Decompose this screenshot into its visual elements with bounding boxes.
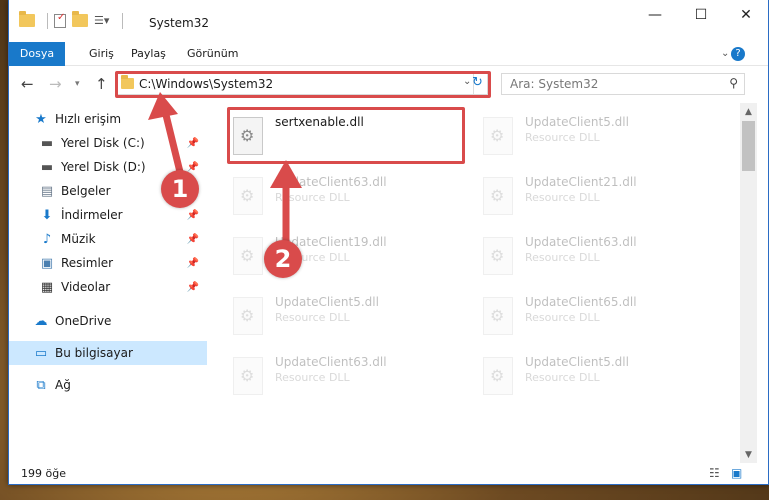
step-1-marker: 1: [161, 170, 199, 208]
annotation-arrows: [148, 92, 302, 244]
step-2-marker: 2: [264, 240, 302, 278]
arrow-2: [270, 160, 302, 244]
arrow-1: [148, 92, 184, 176]
